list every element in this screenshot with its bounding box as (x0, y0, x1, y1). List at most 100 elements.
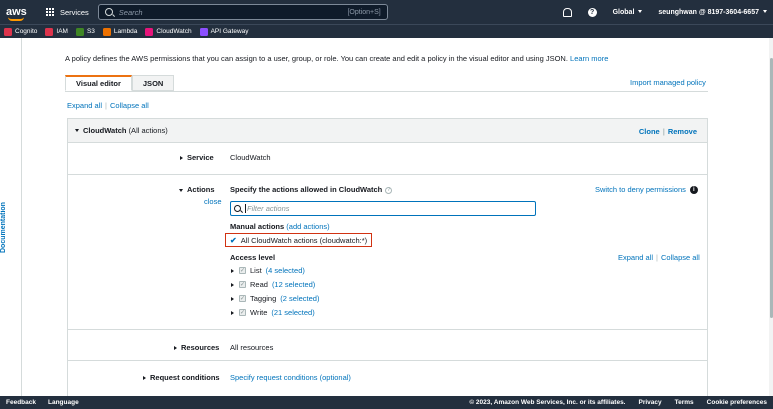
feedback-link[interactable]: Feedback (6, 399, 36, 406)
access-level-read[interactable]: ✓ Read (12 selected) (231, 280, 315, 289)
favorite-s3[interactable]: S3 (75, 27, 95, 36)
info-icon[interactable]: i (689, 186, 698, 195)
expand-collapse-controls: Expand all | Collapse all (67, 101, 149, 110)
aws-smile-icon (8, 17, 24, 21)
favorite-label: CloudWatch (156, 28, 192, 35)
actions-heading-text: Specify the actions allowed in CloudWatc… (230, 185, 383, 194)
collapse-all-link[interactable]: Collapse all (661, 253, 700, 262)
region-selector[interactable]: Global (613, 9, 643, 16)
access-level-name: Read (250, 280, 268, 289)
request-conditions-link[interactable]: Specify request conditions (optional) (230, 373, 351, 382)
favorite-api-gateway[interactable]: API Gateway (199, 27, 249, 36)
grid-icon (46, 7, 55, 17)
services-menu-button[interactable]: Services (46, 7, 89, 17)
access-level-count-link[interactable]: (2 selected) (280, 294, 319, 303)
access-level-count-link[interactable]: (4 selected) (266, 266, 305, 275)
access-level-count-link[interactable]: (12 selected) (272, 280, 315, 289)
tab-json[interactable]: JSON (131, 75, 175, 91)
notifications-bell-icon[interactable] (562, 7, 572, 17)
checkbox-checked-disabled: ✓ (239, 267, 246, 274)
documentation-toggle[interactable]: Documentation (0, 202, 7, 253)
expand-all-link[interactable]: Expand all (618, 253, 653, 262)
favorite-label: IAM (56, 28, 68, 35)
favorite-iam[interactable]: IAM (45, 27, 68, 36)
clone-link[interactable]: Clone (639, 127, 660, 136)
separator: | (105, 101, 107, 110)
filter-placeholder: Filter actions (247, 204, 290, 213)
access-level-heading: Access level (230, 253, 276, 262)
checkbox-checked-disabled: ✓ (239, 281, 246, 288)
info-icon[interactable]: ? (385, 186, 393, 194)
filter-actions-input[interactable]: Filter actions (230, 201, 536, 216)
terms-link[interactable]: Terms (675, 399, 694, 406)
caret-right-icon[interactable] (231, 310, 234, 315)
favorite-lambda[interactable]: Lambda (102, 27, 137, 36)
request-conditions-label: Request conditions (150, 373, 220, 382)
console-footer: Feedback Language © 2023, Amazon Web Ser… (0, 396, 773, 409)
actions-heading: Specify the actions allowed in CloudWatc… (230, 185, 393, 194)
cookie-preferences-link[interactable]: Cookie preferences (707, 399, 767, 406)
import-managed-policy-link[interactable]: Import managed policy (630, 78, 706, 87)
add-actions-link[interactable]: (add actions) (286, 222, 329, 231)
checkbox-checked-disabled: ✓ (239, 309, 246, 316)
panel-title: CloudWatch (83, 126, 127, 135)
access-level-count-link[interactable]: (21 selected) (271, 308, 314, 317)
caret-right-icon[interactable] (231, 268, 234, 273)
top-navigation: aws Services Search [Option+S] ? Global … (0, 0, 773, 24)
caret-right-icon (180, 156, 183, 160)
footer-left: Feedback Language (6, 399, 79, 406)
caret-down-icon (75, 129, 79, 132)
language-link[interactable]: Language (48, 399, 79, 406)
panel-header[interactable]: CloudWatch (All actions) Clone | Remove (68, 119, 707, 143)
s3-icon (75, 27, 84, 36)
lambda-icon (102, 27, 111, 36)
footer-right: © 2023, Amazon Web Services, Inc. or its… (469, 399, 767, 406)
expand-all-link[interactable]: Expand all (67, 101, 102, 110)
check-icon[interactable]: ✔ (230, 236, 237, 245)
row-divider (68, 174, 707, 175)
access-level-list[interactable]: ✓ List (4 selected) (231, 266, 305, 275)
caret-down-icon (763, 10, 767, 14)
learn-more-link[interactable]: Learn more (570, 54, 608, 63)
actions-toggle[interactable]: Actions (179, 185, 215, 194)
scrollbar[interactable] (769, 38, 773, 396)
checkbox-checked-disabled: ✓ (239, 295, 246, 302)
service-label: Service (187, 153, 214, 162)
caret-right-icon[interactable] (231, 296, 234, 301)
policy-description: A policy defines the AWS permissions tha… (65, 54, 608, 63)
search-input[interactable]: Search [Option+S] (97, 4, 388, 20)
documentation-rail: Documentation (0, 38, 22, 396)
all-actions-checkbox-row[interactable]: ✔ All CloudWatch actions (cloudwatch:*) (225, 233, 373, 247)
search-icon (104, 8, 113, 16)
aws-logo[interactable]: aws (6, 7, 36, 21)
help-icon[interactable]: ? (587, 7, 597, 17)
switch-deny-link[interactable]: Switch to deny permissions i (595, 185, 698, 195)
resources-label: Resources (181, 343, 220, 352)
cloudwatch-icon (145, 27, 154, 36)
close-link[interactable]: close (204, 197, 222, 206)
request-conditions-toggle[interactable]: Request conditions (143, 373, 220, 382)
access-level-name: List (250, 266, 262, 275)
permission-panel: CloudWatch (All actions) Clone | Remove Se… (67, 118, 708, 396)
resources-toggle[interactable]: Resources (174, 343, 219, 352)
account-menu[interactable]: seunghwan @ 8197-3604-6657 (658, 9, 767, 16)
iam-icon (45, 27, 54, 36)
remove-link[interactable]: Remove (668, 127, 697, 136)
cognito-icon (4, 27, 12, 36)
favorite-cognito[interactable]: Cognito (4, 27, 37, 36)
access-level-tagging[interactable]: ✓ Tagging (2 selected) (231, 294, 319, 303)
api-gateway-icon (199, 27, 208, 36)
caret-right-icon (174, 346, 177, 350)
search-icon (234, 205, 241, 212)
service-value: CloudWatch (230, 153, 271, 162)
access-level-controls: Expand all | Collapse all (618, 253, 700, 262)
collapse-all-link[interactable]: Collapse all (110, 101, 149, 110)
tab-visual-editor[interactable]: Visual editor (65, 75, 132, 91)
access-level-write[interactable]: ✓ Write (21 selected) (231, 308, 315, 317)
favorite-cloudwatch[interactable]: CloudWatch (145, 27, 192, 36)
service-toggle[interactable]: Service (180, 153, 214, 162)
privacy-link[interactable]: Privacy (638, 399, 661, 406)
caret-right-icon[interactable] (231, 282, 234, 287)
separator: | (662, 127, 665, 136)
services-label: Services (60, 7, 89, 17)
